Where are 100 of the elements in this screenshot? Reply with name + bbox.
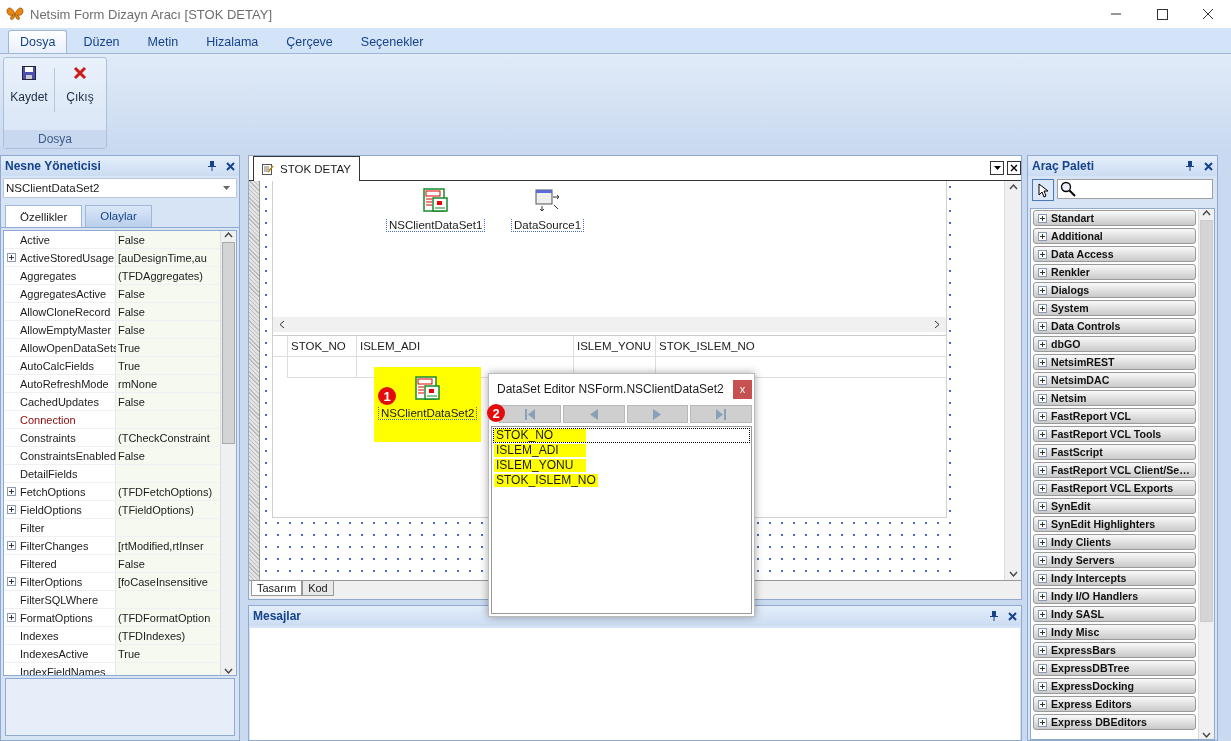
close-icon[interactable] — [1007, 161, 1021, 175]
expand-icon[interactable] — [1038, 681, 1047, 691]
palette-category[interactable]: ExpressDocking — [1033, 678, 1196, 694]
property-row[interactable]: AutoCalcFields True — [4, 357, 220, 375]
ribbon-tab[interactable]: Çerçeve — [274, 30, 345, 53]
expand-icon[interactable] — [7, 541, 16, 550]
search-field[interactable] — [1057, 179, 1213, 199]
palette-category[interactable]: SynEdit — [1033, 498, 1196, 514]
expand-icon[interactable] — [1038, 699, 1047, 709]
property-row[interactable]: FilterChanges [rtModified,rtInser — [4, 537, 220, 555]
property-value[interactable]: rmNone — [116, 375, 220, 392]
property-row[interactable]: CachedUpdates False — [4, 393, 220, 411]
property-value[interactable]: False — [116, 447, 220, 464]
ribbon-tab[interactable]: Düzen — [71, 30, 132, 53]
palette-category[interactable]: Indy Intercepts — [1033, 570, 1196, 586]
palette-category[interactable]: ExpressDBTree — [1033, 660, 1196, 676]
palette-category[interactable]: ExpressBars — [1033, 642, 1196, 658]
property-value[interactable]: False — [116, 393, 220, 410]
field-item[interactable]: STOK_NO — [494, 429, 586, 442]
property-row[interactable]: IndexesActive True — [4, 645, 220, 663]
property-row[interactable]: FieldOptions (TFieldOptions) — [4, 501, 220, 519]
expand-icon[interactable] — [1038, 537, 1047, 547]
property-row[interactable]: DetailFields — [4, 465, 220, 483]
expand-icon[interactable] — [1038, 465, 1047, 475]
palette-category[interactable]: Express Editors — [1033, 696, 1196, 712]
expand-icon[interactable] — [1038, 573, 1047, 583]
ribbon-tab[interactable]: Metin — [135, 30, 191, 53]
property-value[interactable]: False — [116, 231, 220, 248]
property-row[interactable]: AllowCloneRecord False — [4, 303, 220, 321]
object-selector[interactable]: NSClientDataSet2 — [3, 178, 237, 198]
palette-category[interactable]: FastReport VCL Exports — [1033, 480, 1196, 496]
property-value[interactable]: True — [116, 357, 220, 374]
property-row[interactable]: FetchOptions (TFDFetchOptions) — [4, 483, 220, 501]
property-row[interactable]: FormatOptions (TFDFormatOption — [4, 609, 220, 627]
component[interactable]: NSClientDataSet1 — [386, 187, 486, 232]
dataset-component-icon[interactable] — [421, 187, 450, 215]
field-item[interactable]: STOK_ISLEM_NO — [494, 474, 598, 487]
expand-icon[interactable] — [1038, 519, 1047, 529]
ribbon-tab[interactable]: Dosya — [8, 30, 68, 53]
property-value[interactable]: [rtModified,rtInser — [116, 537, 220, 554]
property-value[interactable]: (TFDAggregates) — [116, 267, 220, 284]
palette-category[interactable]: Indy Clients — [1033, 534, 1196, 550]
property-row[interactable]: Indexes (TFDIndexes) — [4, 627, 220, 645]
dataset-component-icon[interactable] — [413, 375, 442, 403]
property-row[interactable]: Connection — [4, 411, 220, 429]
first-record-button[interactable] — [499, 405, 561, 423]
scroll-down-icon[interactable] — [1202, 730, 1211, 739]
property-row[interactable]: Active False — [4, 231, 220, 249]
scroll-up-icon[interactable] — [1202, 209, 1211, 218]
expand-icon[interactable] — [1038, 249, 1047, 259]
expand-icon[interactable] — [1038, 339, 1047, 349]
property-row[interactable]: AutoRefreshMode rmNone — [4, 375, 220, 393]
expand-icon[interactable] — [1038, 483, 1047, 493]
expand-icon[interactable] — [1038, 609, 1047, 619]
palette-category[interactable]: FastReport VCL Client/Se… — [1033, 462, 1196, 478]
palette-category[interactable]: NetsimDAC — [1033, 372, 1196, 388]
property-row[interactable]: AllowOpenDataSetsTrue — [4, 339, 220, 357]
expand-icon[interactable] — [1038, 645, 1047, 655]
scrollbar[interactable] — [220, 231, 236, 675]
exit-button[interactable]: Çıkış — [55, 66, 105, 130]
palette-category[interactable]: FastReport VCL Tools — [1033, 426, 1196, 442]
inspector-tab[interactable]: Özellikler — [5, 205, 83, 227]
dropdown-arrow-icon[interactable] — [223, 186, 230, 190]
property-value[interactable]: (TFDIndexes) — [116, 627, 220, 644]
column-header[interactable]: ISLEM_ADI — [356, 336, 573, 356]
expand-icon[interactable] — [7, 613, 16, 622]
palette-category[interactable]: Indy Misc — [1033, 624, 1196, 640]
scroll-down-icon[interactable] — [224, 666, 233, 675]
expand-icon[interactable] — [7, 505, 16, 514]
property-value[interactable]: [auDesignTime,au — [116, 249, 220, 266]
ribbon-tab[interactable]: Seçenekler — [348, 30, 436, 53]
close-icon[interactable] — [1008, 611, 1017, 621]
expand-icon[interactable] — [7, 253, 16, 262]
scroll-up-icon[interactable] — [224, 231, 233, 240]
palette-category[interactable]: FastReport VCL — [1033, 408, 1196, 424]
expand-icon[interactable] — [1038, 411, 1047, 421]
property-value[interactable]: (TFDFormatOption — [116, 609, 220, 626]
palette-category[interactable]: dbGO — [1033, 336, 1196, 352]
palette-category[interactable]: Data Controls — [1033, 318, 1196, 334]
view-tab[interactable]: Kod — [302, 581, 334, 596]
property-value[interactable]: (TCheckConstraint — [116, 429, 220, 446]
horizontal-scrollbar[interactable] — [273, 317, 946, 332]
pin-icon[interactable] — [208, 161, 216, 171]
field-item[interactable]: ISLEM_ADI — [494, 444, 586, 457]
property-row[interactable]: ConstraintsEnabled False — [4, 447, 220, 465]
property-value[interactable]: False — [116, 285, 220, 302]
expand-icon[interactable] — [1038, 393, 1047, 403]
next-record-button[interactable] — [626, 405, 689, 423]
pin-icon[interactable] — [990, 611, 998, 621]
property-value[interactable]: True — [116, 645, 220, 662]
palette-category[interactable]: Standart — [1033, 210, 1196, 226]
palette-category[interactable]: Dialogs — [1033, 282, 1196, 298]
expand-icon[interactable] — [1038, 555, 1047, 565]
expand-icon[interactable] — [1038, 501, 1047, 511]
view-tab[interactable]: Tasarım — [251, 581, 303, 596]
palette-category[interactable]: Renkler — [1033, 264, 1196, 280]
close-button[interactable]: x — [733, 379, 752, 399]
property-value[interactable]: (TFDFetchOptions) — [116, 483, 220, 500]
palette-category[interactable]: Data Access — [1033, 246, 1196, 262]
property-value[interactable]: False — [116, 321, 220, 338]
